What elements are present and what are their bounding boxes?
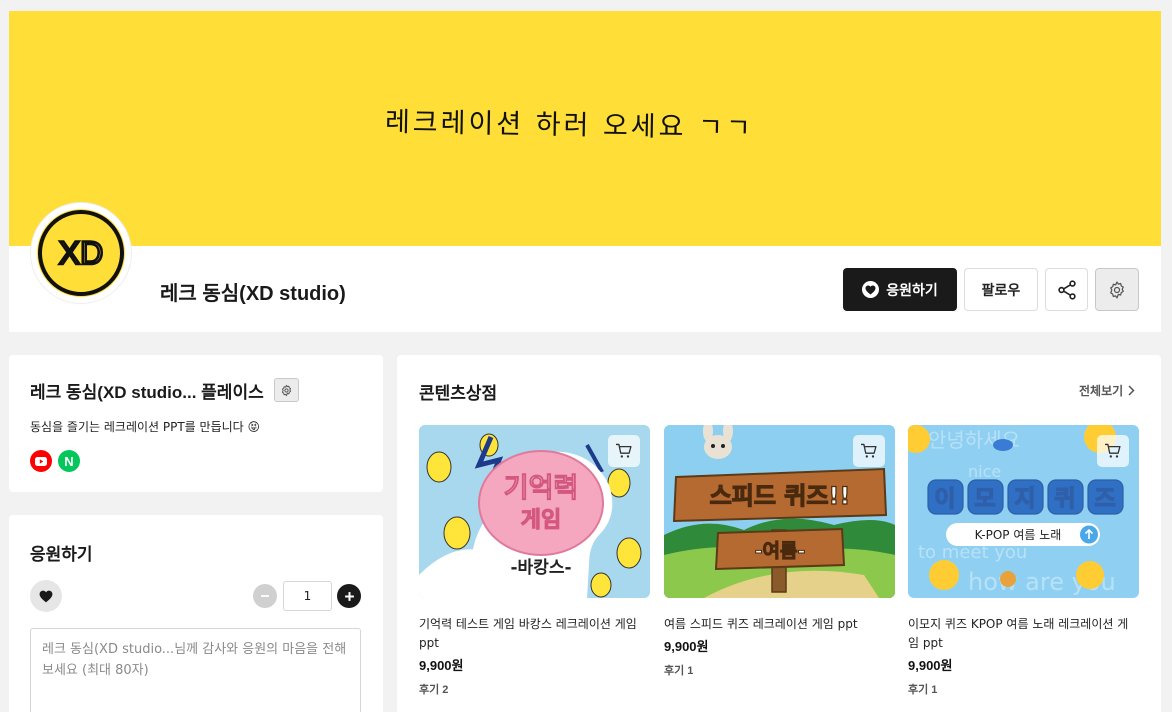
thumb-title-char-5: 즈	[1094, 486, 1115, 512]
place-settings-button[interactable]	[274, 378, 299, 402]
product-thumbnail[interactable]: 기억력 게임 -바캉스-	[419, 425, 650, 598]
add-to-cart-button[interactable]	[1097, 435, 1129, 467]
xd-logo-text: XD	[59, 235, 103, 271]
thumb-title-char-2: 모	[974, 486, 995, 512]
shop-title: 콘텐츠상점	[419, 384, 498, 403]
thumb-title-char-1: 이	[934, 486, 955, 512]
place-description: 동심을 즐기는 레크레이션 PPT를 만듭니다 😝	[30, 420, 261, 434]
thumb-title-char-4: 퀴	[1054, 486, 1075, 512]
naver-icon: N	[64, 453, 74, 469]
product-thumbnail[interactable]: 안녕하세요 nice to meet you how are you 이 모 지	[908, 425, 1139, 598]
product-thumbnail[interactable]: 스피드 퀴즈!! -여름-	[664, 425, 895, 598]
place-card: 레크 동심(XD studio... 플레이스 동심을 즐기는 레크레이션 PP…	[9, 355, 383, 492]
gear-icon	[1110, 280, 1124, 299]
product-reviews: 후기 1	[664, 665, 694, 677]
product-title[interactable]: 이모지 퀴즈 KPOP 여름 노래 레크레이션 게임 ppt	[908, 615, 1139, 653]
product-card[interactable]: 스피드 퀴즈!! -여름- 여름 스피드 퀴즈 레크레이션 게임 ppt 9,9…	[664, 425, 895, 678]
share-icon	[1057, 279, 1076, 300]
view-all-link[interactable]: 전체보기	[1079, 382, 1135, 399]
naver-link[interactable]: N	[58, 450, 80, 472]
support-message-input[interactable]: 레크 동심(XD studio...님께 감사와 응원의 마음을 전해보세요 (…	[30, 628, 361, 712]
settings-button[interactable]	[1095, 268, 1139, 311]
plus-icon	[344, 591, 354, 601]
add-to-cart-button[interactable]	[853, 435, 885, 467]
thumb-subtitle: -여름-	[755, 540, 806, 562]
cart-icon	[861, 443, 877, 458]
follow-button[interactable]: 팔로우	[964, 268, 1038, 311]
support-title: 응원하기	[30, 545, 93, 564]
product-title[interactable]: 기억력 테스트 게임 바캉스 레크레이션 게임 ppt	[419, 615, 650, 653]
thumb-title: 스피드 퀴즈!!	[710, 482, 851, 510]
thumb-title-char-3: 지	[1014, 486, 1035, 512]
support-card: 응원하기 레크 동심(XD studio...님께 감사와 응원의 마음을 전해…	[9, 515, 383, 712]
profile-name: 레크 동심(XD studio)	[160, 283, 346, 305]
product-reviews: 후기 1	[908, 684, 938, 696]
thumb-subtitle: -바캉스-	[510, 558, 571, 578]
heart-icon	[30, 580, 62, 612]
gear-icon	[281, 384, 292, 396]
view-all-label: 전체보기	[1079, 384, 1124, 398]
product-reviews: 후기 2	[419, 684, 449, 696]
product-title[interactable]: 여름 스피드 퀴즈 레크레이션 게임 ppt	[664, 615, 895, 634]
youtube-icon	[35, 456, 47, 466]
quantity-increase-button[interactable]	[337, 584, 361, 608]
product-card[interactable]: 기억력 게임 -바캉스- 기억력 테스트 게임 바캉스 레크레이션 게임 ppt…	[419, 425, 650, 697]
support-button-label: 응원하기	[886, 281, 938, 298]
support-button[interactable]: 응원하기	[843, 268, 957, 311]
product-price: 9,900원	[419, 658, 464, 673]
thumb-bg-text-2: nice	[968, 462, 1001, 481]
thumb-title-2: 게임	[521, 508, 561, 533]
minus-icon	[261, 595, 269, 597]
product-price: 9,900원	[908, 658, 953, 673]
youtube-link[interactable]	[30, 450, 52, 472]
avatar[interactable]: XD	[31, 203, 131, 303]
place-title: 레크 동심(XD studio... 플레이스	[30, 383, 264, 402]
profile-header: 레크레이션 하러 오세요 ㄱㄱ XD 레크 동심(XD studio) 응원하기…	[9, 11, 1161, 332]
share-button[interactable]	[1045, 268, 1088, 311]
banner: 레크레이션 하러 오세요 ㄱㄱ	[9, 11, 1161, 246]
chevron-right-icon	[1128, 385, 1135, 396]
quantity-input[interactable]	[283, 581, 332, 611]
heart-icon	[862, 281, 880, 298]
product-price: 9,900원	[664, 639, 709, 654]
cart-icon	[1105, 443, 1121, 458]
content-shop: 콘텐츠상점 전체보기 기억력 게임 -바캉스- 기억력 테스트 게임 바캉스 레…	[397, 355, 1161, 712]
cart-icon	[616, 443, 632, 458]
quantity-decrease-button[interactable]	[253, 584, 277, 608]
product-card[interactable]: 안녕하세요 nice to meet you how are you 이 모 지	[908, 425, 1139, 697]
thumb-subtitle: K-POP 여름 노래	[975, 528, 1062, 542]
thumb-title-1: 기억력	[504, 473, 579, 504]
banner-text: 레크레이션 하러 오세요 ㄱㄱ	[384, 106, 755, 145]
xd-logo: XD	[37, 209, 125, 297]
add-to-cart-button[interactable]	[608, 435, 640, 467]
